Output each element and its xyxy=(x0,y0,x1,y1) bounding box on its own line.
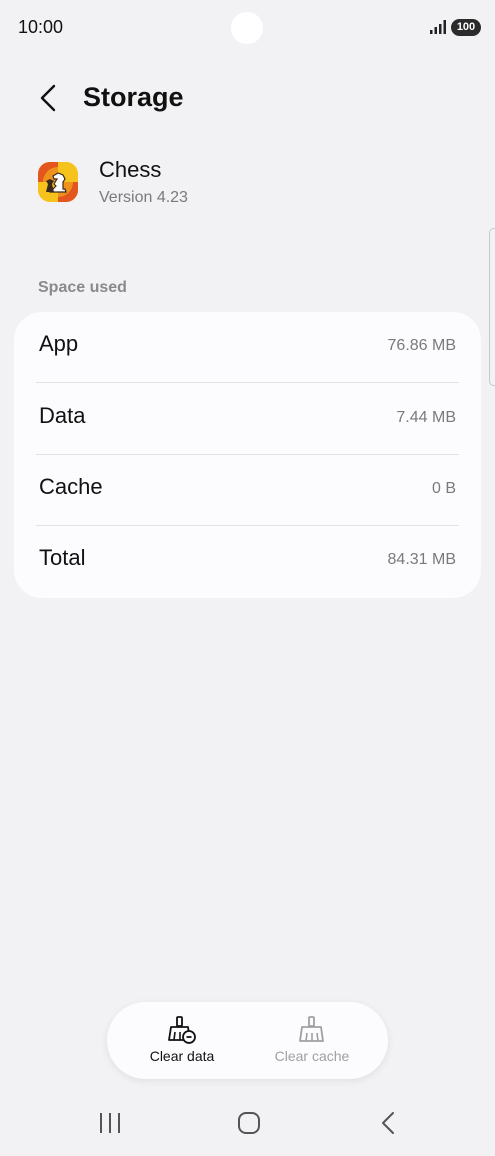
home-button[interactable] xyxy=(229,1108,269,1138)
app-name: Chess xyxy=(99,157,162,182)
page-title: Storage xyxy=(83,82,184,112)
recents-button[interactable] xyxy=(90,1108,130,1138)
storage-card: App 76.86 MB Data 7.44 MB Cache 0 B Tota… xyxy=(14,312,481,598)
bottom-action-bar: Clear data Clear cache xyxy=(107,1002,388,1079)
row-value: 84.31 MB xyxy=(387,551,456,568)
broom-clear-data-icon xyxy=(168,1016,196,1044)
status-time: 10:00 xyxy=(18,17,64,37)
row-label: Total xyxy=(39,545,86,570)
status-bar: 10:00 100 xyxy=(0,0,495,56)
row-label: Cache xyxy=(39,474,103,499)
row-value: 7.44 MB xyxy=(396,409,456,426)
edge-panel-handle[interactable] xyxy=(489,228,495,386)
clear-cache-button[interactable]: Clear cache xyxy=(247,1002,377,1079)
storage-row-total: Total 84.31 MB xyxy=(14,526,481,597)
recents-icon xyxy=(100,1113,120,1133)
row-label: App xyxy=(39,331,79,356)
home-icon xyxy=(238,1112,260,1134)
camera-cutout xyxy=(231,12,263,44)
nav-back-button[interactable] xyxy=(368,1108,408,1138)
signal-icon xyxy=(430,20,446,34)
storage-row-app: App 76.86 MB xyxy=(14,312,481,383)
app-version: Version 4.23 xyxy=(99,189,188,206)
chevron-left-icon xyxy=(40,84,56,112)
clear-data-button[interactable]: Clear data xyxy=(117,1002,247,1079)
chess-app-icon xyxy=(38,162,78,202)
storage-row-cache: Cache 0 B xyxy=(14,455,481,526)
row-value: 76.86 MB xyxy=(387,337,456,354)
section-header-space-used: Space used xyxy=(38,279,127,296)
back-button[interactable] xyxy=(30,80,66,116)
clear-data-label: Clear data xyxy=(149,1048,215,1064)
storage-row-data: Data 7.44 MB xyxy=(14,384,481,455)
back-icon xyxy=(382,1112,394,1134)
clear-cache-label: Clear cache xyxy=(274,1048,350,1064)
row-label: Data xyxy=(39,403,86,428)
battery-icon: 100 xyxy=(451,19,481,36)
row-value: 0 B xyxy=(431,480,456,497)
divider xyxy=(36,382,459,383)
navigation-bar xyxy=(0,1092,495,1156)
broom-icon xyxy=(299,1016,324,1042)
